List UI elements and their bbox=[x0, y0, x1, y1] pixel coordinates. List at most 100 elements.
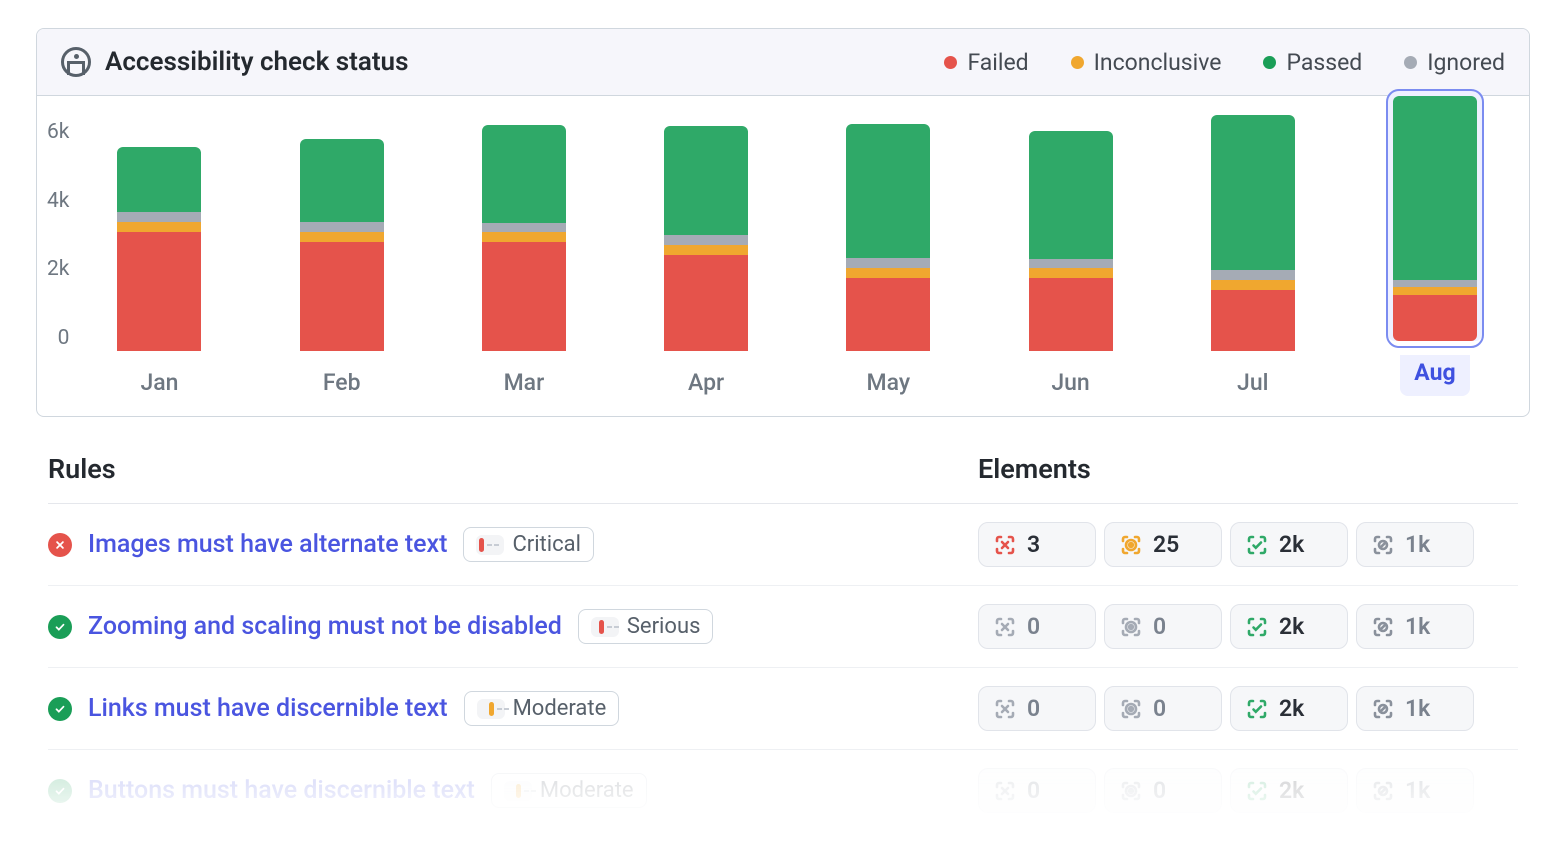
ignored-chip-icon bbox=[1371, 533, 1395, 557]
inconclusive-chip[interactable]: 25 bbox=[1104, 522, 1222, 567]
failed-chip[interactable]: 3 bbox=[978, 522, 1096, 567]
inconclusive-chip[interactable]: 0 bbox=[1104, 768, 1222, 813]
rule-link[interactable]: Images must have alternate text bbox=[88, 530, 447, 559]
bar-segment-ignored bbox=[664, 235, 748, 245]
passed-chip[interactable]: 2k bbox=[1230, 522, 1348, 567]
chip-value: 0 bbox=[1153, 695, 1166, 722]
failed-chip[interactable]: 0 bbox=[978, 768, 1096, 813]
bar-column-aug[interactable]: Aug bbox=[1365, 90, 1505, 396]
chip-value: 1k bbox=[1405, 613, 1430, 640]
chip-value: 3 bbox=[1027, 531, 1040, 558]
passed-chip[interactable]: 2k bbox=[1230, 604, 1348, 649]
bar-column-apr[interactable]: Apr bbox=[636, 126, 776, 396]
bar-stack bbox=[664, 126, 748, 351]
header-elements: Elements bbox=[978, 453, 1518, 485]
elements-group: 0 0 2k 1k bbox=[978, 768, 1518, 813]
y-tick: 4k bbox=[47, 189, 69, 213]
legend-label: Failed bbox=[967, 49, 1028, 76]
bar-segment-passed bbox=[117, 147, 201, 212]
bar-stack bbox=[117, 147, 201, 351]
bar-segment-passed bbox=[664, 126, 748, 235]
inconclusive-chip[interactable]: 0 bbox=[1104, 686, 1222, 731]
failed-chip[interactable]: 0 bbox=[978, 686, 1096, 731]
severity-label: Serious bbox=[627, 614, 701, 639]
accessibility-status-card: Accessibility check status Failed Inconcl… bbox=[36, 28, 1530, 417]
elements-group: 0 0 2k 1k bbox=[978, 604, 1518, 649]
pass-icon bbox=[48, 779, 72, 803]
bar-segment-failed bbox=[664, 255, 748, 351]
bar-stack bbox=[482, 125, 566, 351]
bar-segment-failed bbox=[300, 242, 384, 351]
rule-link[interactable]: Zooming and scaling must not be disabled bbox=[88, 612, 562, 641]
legend-item-ignored[interactable]: Ignored bbox=[1404, 49, 1505, 76]
ignored-chip[interactable]: 1k bbox=[1356, 768, 1474, 813]
chip-value: 2k bbox=[1279, 613, 1304, 640]
chip-value: 25 bbox=[1153, 531, 1179, 558]
legend-dot-icon bbox=[944, 56, 957, 69]
bar-label: May bbox=[867, 369, 911, 396]
bar-column-jun[interactable]: Jun bbox=[1001, 131, 1141, 396]
inconclusive-chip[interactable]: 0 bbox=[1104, 604, 1222, 649]
bar-segment-ignored bbox=[300, 222, 384, 232]
failed-chip[interactable]: 0 bbox=[978, 604, 1096, 649]
chip-value: 2k bbox=[1279, 777, 1304, 804]
bar-column-jan[interactable]: Jan bbox=[89, 147, 229, 396]
bar-column-jul[interactable]: Jul bbox=[1183, 115, 1323, 396]
rule-link[interactable]: Links must have discernible text bbox=[88, 694, 448, 723]
passed-chip[interactable]: 2k bbox=[1230, 768, 1348, 813]
y-axis: 6k4k2k0 bbox=[47, 120, 83, 350]
ignored-chip[interactable]: 1k bbox=[1356, 522, 1474, 567]
chip-value: 1k bbox=[1405, 695, 1430, 722]
legend-item-passed[interactable]: Passed bbox=[1263, 49, 1362, 76]
bar-column-feb[interactable]: Feb bbox=[272, 139, 412, 396]
bar-segment-passed bbox=[300, 139, 384, 221]
ignored-chip[interactable]: 1k bbox=[1356, 604, 1474, 649]
bar-label: Jan bbox=[140, 369, 178, 396]
passed-chip[interactable]: 2k bbox=[1230, 686, 1348, 731]
inconclusive-chip-icon bbox=[1119, 779, 1143, 803]
chip-value: 0 bbox=[1153, 777, 1166, 804]
card-title-text: Accessibility check status bbox=[105, 47, 408, 77]
failed-chip-icon bbox=[993, 779, 1017, 803]
bar-segment-passed bbox=[482, 125, 566, 223]
chip-value: 0 bbox=[1027, 777, 1040, 804]
severity-label: Moderate bbox=[540, 778, 634, 803]
bar-segment-ignored bbox=[1211, 270, 1295, 280]
legend-item-inconclusive[interactable]: Inconclusive bbox=[1071, 49, 1222, 76]
failed-chip-icon bbox=[993, 533, 1017, 557]
severity-indicator-icon bbox=[591, 617, 619, 637]
bar-stack bbox=[1393, 96, 1477, 341]
bar-segment-passed bbox=[846, 124, 930, 258]
severity-label: Moderate bbox=[513, 696, 607, 721]
inconclusive-chip-icon bbox=[1119, 533, 1143, 557]
bar-column-mar[interactable]: Mar bbox=[454, 125, 594, 396]
severity-indicator-icon bbox=[477, 699, 505, 719]
severity-indicator-icon bbox=[504, 781, 532, 801]
rule-row: Buttons must have discernible text Moder… bbox=[48, 750, 1518, 831]
bar-segment-failed bbox=[117, 232, 201, 351]
severity-pill: Moderate bbox=[464, 691, 620, 726]
bar-segment-ignored bbox=[846, 258, 930, 268]
bar-segment-passed bbox=[1393, 96, 1477, 280]
bar-column-may[interactable]: May bbox=[818, 124, 958, 396]
legend-dot-icon bbox=[1404, 56, 1417, 69]
bar-segment-inconclusive bbox=[846, 268, 930, 278]
y-tick: 2k bbox=[47, 257, 69, 281]
passed-chip-icon bbox=[1245, 615, 1269, 639]
chip-value: 1k bbox=[1405, 531, 1430, 558]
fail-icon bbox=[48, 533, 72, 557]
bar-label: Jul bbox=[1237, 369, 1268, 396]
rule-link[interactable]: Buttons must have discernible text bbox=[88, 776, 475, 805]
failed-chip-icon bbox=[993, 697, 1017, 721]
severity-indicator-icon bbox=[476, 535, 504, 555]
bar-segment-failed bbox=[482, 242, 566, 351]
legend-label: Passed bbox=[1286, 49, 1362, 76]
elements-group: 3 25 2k 1k bbox=[978, 522, 1518, 567]
bar-segment-ignored bbox=[1393, 280, 1477, 288]
chip-value: 0 bbox=[1027, 695, 1040, 722]
bar-label: Apr bbox=[688, 369, 724, 396]
pass-icon bbox=[48, 697, 72, 721]
legend-item-failed[interactable]: Failed bbox=[944, 49, 1028, 76]
ignored-chip[interactable]: 1k bbox=[1356, 686, 1474, 731]
card-title: Accessibility check status bbox=[61, 47, 408, 77]
